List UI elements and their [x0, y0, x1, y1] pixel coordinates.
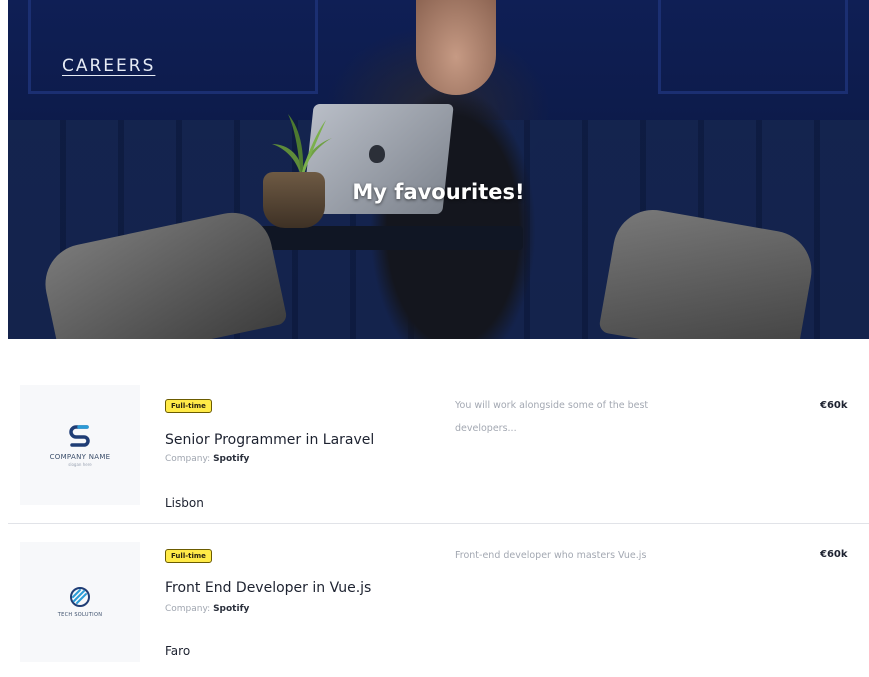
job-type-badge: Full-time	[165, 399, 212, 413]
company-logo: COMPANY NAME slogan here	[20, 385, 140, 505]
job-company: Company: Spotify	[165, 454, 249, 464]
tech-solution-logo-icon	[70, 587, 90, 607]
apple-logo-icon	[369, 145, 385, 163]
hero-banner: CAREERS My favourites!	[8, 0, 869, 339]
plant-icon	[272, 114, 332, 176]
company-name: Spotify	[213, 454, 250, 464]
logo-text: TECH SOLUTION	[57, 612, 103, 618]
company-s-logo-icon	[69, 425, 90, 447]
job-salary: €60k	[820, 400, 848, 411]
job-type-badge: Full-time	[165, 549, 212, 563]
careers-nav-link[interactable]: CAREERS	[62, 56, 155, 76]
person-face	[416, 0, 496, 95]
company-label: Company:	[165, 454, 211, 464]
job-title[interactable]: Front End Developer in Vue.js	[165, 580, 371, 596]
company-name: Spotify	[213, 604, 250, 614]
wall-panel	[28, 0, 318, 94]
logo-tagline: slogan here	[68, 462, 92, 467]
job-card[interactable]: COMPANY NAME slogan here Full-time Senio…	[8, 370, 869, 523]
job-card[interactable]: TECH SOLUTION Full-time Front End Develo…	[8, 523, 869, 676]
page-title: My favourites!	[352, 180, 525, 204]
wall-panel	[658, 0, 848, 94]
job-location: Faro	[165, 644, 191, 658]
company-logo: TECH SOLUTION	[20, 542, 140, 662]
job-location: Lisbon	[165, 496, 204, 510]
job-description: Front-end developer who masters Vue.js	[455, 550, 647, 561]
job-company: Company: Spotify	[165, 604, 249, 614]
job-description: You will work alongside some of the best…	[455, 400, 649, 434]
logo-text: COMPANY NAME	[49, 453, 111, 461]
favourite-jobs-list: COMPANY NAME slogan here Full-time Senio…	[8, 370, 869, 676]
job-title[interactable]: Senior Programmer in Laravel	[165, 432, 374, 448]
job-salary: €60k	[820, 549, 848, 560]
company-label: Company:	[165, 604, 211, 614]
